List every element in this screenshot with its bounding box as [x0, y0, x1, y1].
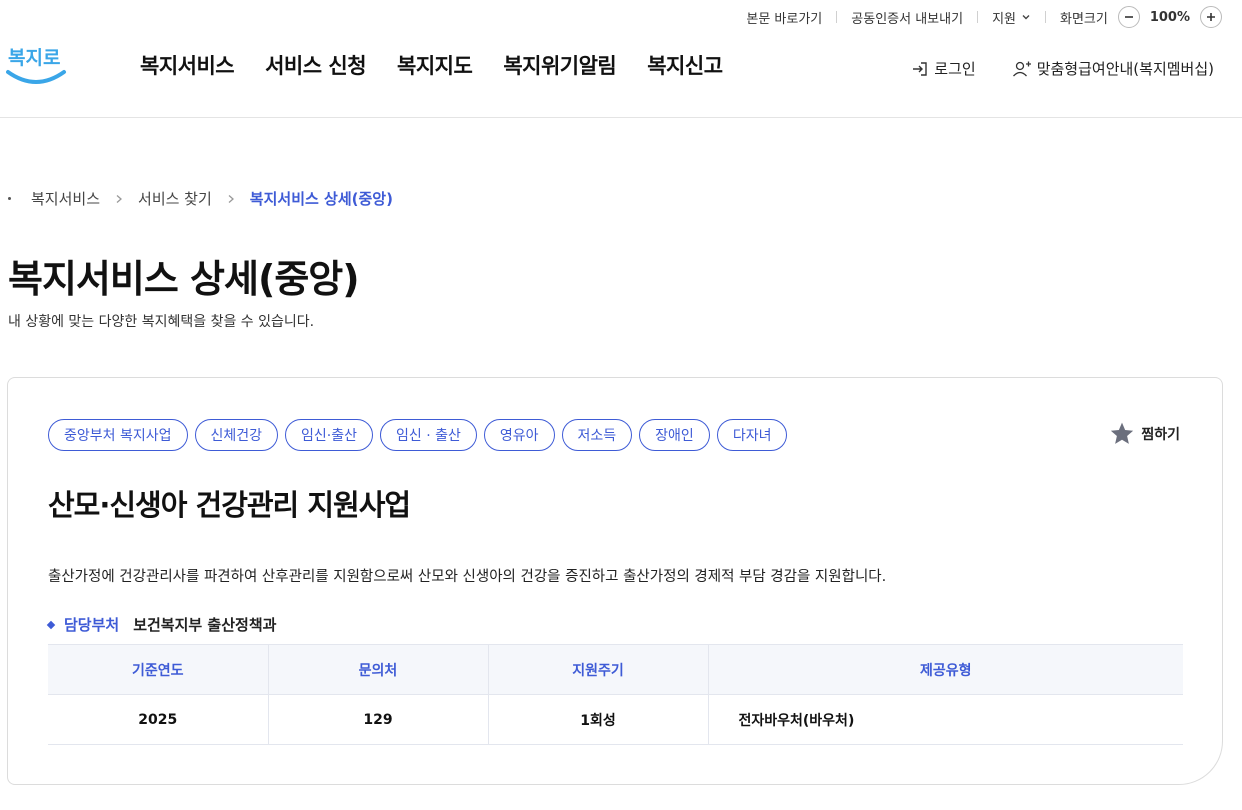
utility-divider: [977, 11, 979, 23]
table-header-row: 기준연도 문의처 지원주기 제공유형: [48, 644, 1183, 695]
site-logo[interactable]: 복지로: [6, 38, 68, 90]
cell-base-year: 2025: [48, 694, 269, 745]
svg-text:복지로: 복지로: [8, 47, 60, 69]
header-actions: 로그인 맞춤형급여안내(복지멤버십): [911, 58, 1214, 79]
nav-crisis-alert[interactable]: 복지위기알림: [503, 50, 616, 80]
tag-physical-health[interactable]: 신체건강: [194, 419, 279, 451]
zoom-level: 100%: [1149, 9, 1190, 25]
minus-icon: [1124, 16, 1133, 18]
nav-welfare-services[interactable]: 복지서비스: [140, 50, 235, 80]
tag-multi-child[interactable]: 다자녀: [716, 419, 788, 451]
main-nav: 복지서비스 서비스 신청 복지지도 복지위기알림 복지신고: [140, 50, 723, 80]
tag-pregnancy-birth[interactable]: 임신 · 출산: [380, 419, 477, 451]
bokjiro-logo-icon: 복지로: [6, 47, 66, 84]
tag-pregnancy[interactable]: 임신·출산: [285, 419, 374, 451]
favorite-label: 찜하기: [1141, 426, 1180, 443]
chevron-right-icon: [228, 194, 234, 203]
department-info: 담당부처 보건복지부 출산정책과: [46, 614, 277, 635]
table-row: 2025 129 1회성 전자바우처(바우처): [48, 694, 1183, 745]
login-link[interactable]: 로그인: [911, 58, 976, 79]
header-base-year: 기준연도: [48, 644, 269, 695]
nav-welfare-report[interactable]: 복지신고: [647, 50, 723, 80]
tag-central-ministry[interactable]: 중앙부처 복지사업: [48, 419, 188, 451]
diamond-bullet-icon: [46, 620, 56, 629]
tag-infant[interactable]: 영유아: [483, 419, 555, 451]
support-dropdown[interactable]: 지원: [992, 8, 1031, 27]
nav-service-apply[interactable]: 서비스 신청: [265, 50, 366, 80]
breadcrumb-current[interactable]: 복지서비스 상세(중앙): [250, 188, 393, 209]
breadcrumb: 복지서비스 서비스 찾기 복지서비스 상세(중앙): [8, 188, 393, 209]
screen-size-label: 화면크기: [1059, 11, 1108, 27]
favorite-button[interactable]: 찜하기: [1109, 421, 1180, 446]
cell-contact: 129: [268, 694, 489, 745]
utility-divider: [836, 11, 838, 23]
header-contact: 문의처: [268, 644, 489, 695]
zoom-in-button[interactable]: [1200, 6, 1222, 28]
department-label: 담당부처: [64, 616, 120, 634]
page-title: 복지서비스 상세(중앙): [8, 257, 360, 301]
chevron-down-icon: [1022, 15, 1030, 20]
plus-icon: [1207, 13, 1215, 21]
tag-disability[interactable]: 장애인: [639, 419, 710, 451]
skip-to-content-link[interactable]: 본문 바로가기: [746, 8, 822, 27]
department-value: 보건복지부 출산정책과: [133, 616, 277, 634]
utility-bar: 본문 바로가기 공동인증서 내보내기 지원 화면크기 100%: [746, 6, 1222, 28]
breadcrumb-welfare-services[interactable]: 복지서비스: [31, 188, 100, 209]
utility-divider: [1044, 11, 1046, 23]
cell-provision-type: 전자바우처(바우처): [708, 694, 1183, 745]
login-icon: [913, 61, 927, 76]
cert-export-link[interactable]: 공동인증서 내보내기: [851, 8, 963, 27]
support-label: 지원: [992, 11, 1016, 27]
header-support-cycle: 지원주기: [488, 644, 709, 695]
cell-support-cycle: 1회성: [488, 694, 709, 745]
add-user-icon: [1012, 61, 1031, 76]
service-description: 출산가정에 건강관리사를 파견하여 산후관리를 지원함으로써 산모와 신생아의 …: [48, 569, 887, 585]
membership-label: 맞춤형급여안내(복지멤버십): [1036, 60, 1214, 78]
zoom-out-button[interactable]: [1117, 6, 1140, 28]
page-description: 내 상황에 맞는 다양한 복지혜택을 찾을 수 있습니다.: [8, 314, 315, 330]
service-info-table: 기준연도 문의처 지원주기 제공유형 2025 129 1회성 전자바우처(바우…: [48, 644, 1183, 745]
header-divider: [0, 117, 1242, 118]
membership-link[interactable]: 맞춤형급여안내(복지멤버십): [1012, 58, 1214, 79]
tag-low-income[interactable]: 저소득: [561, 419, 633, 451]
star-icon: [1111, 422, 1134, 444]
chevron-right-icon: [116, 194, 123, 203]
service-title: 산모·신생아 건강관리 지원사업: [48, 488, 411, 522]
service-detail-card: 중앙부처 복지사업 신체건강 임신·출산 임신 · 출산 영유아 저소득 장애인…: [7, 377, 1223, 785]
home-bullet-icon: [8, 197, 11, 200]
header-provision-type: 제공유형: [708, 644, 1183, 695]
breadcrumb-service-search[interactable]: 서비스 찾기: [138, 188, 212, 209]
login-label: 로그인: [934, 60, 976, 78]
nav-welfare-map[interactable]: 복지지도: [397, 50, 473, 80]
service-tags: 중앙부처 복지사업 신체건강 임신·출산 임신 · 출산 영유아 저소득 장애인…: [48, 419, 788, 451]
